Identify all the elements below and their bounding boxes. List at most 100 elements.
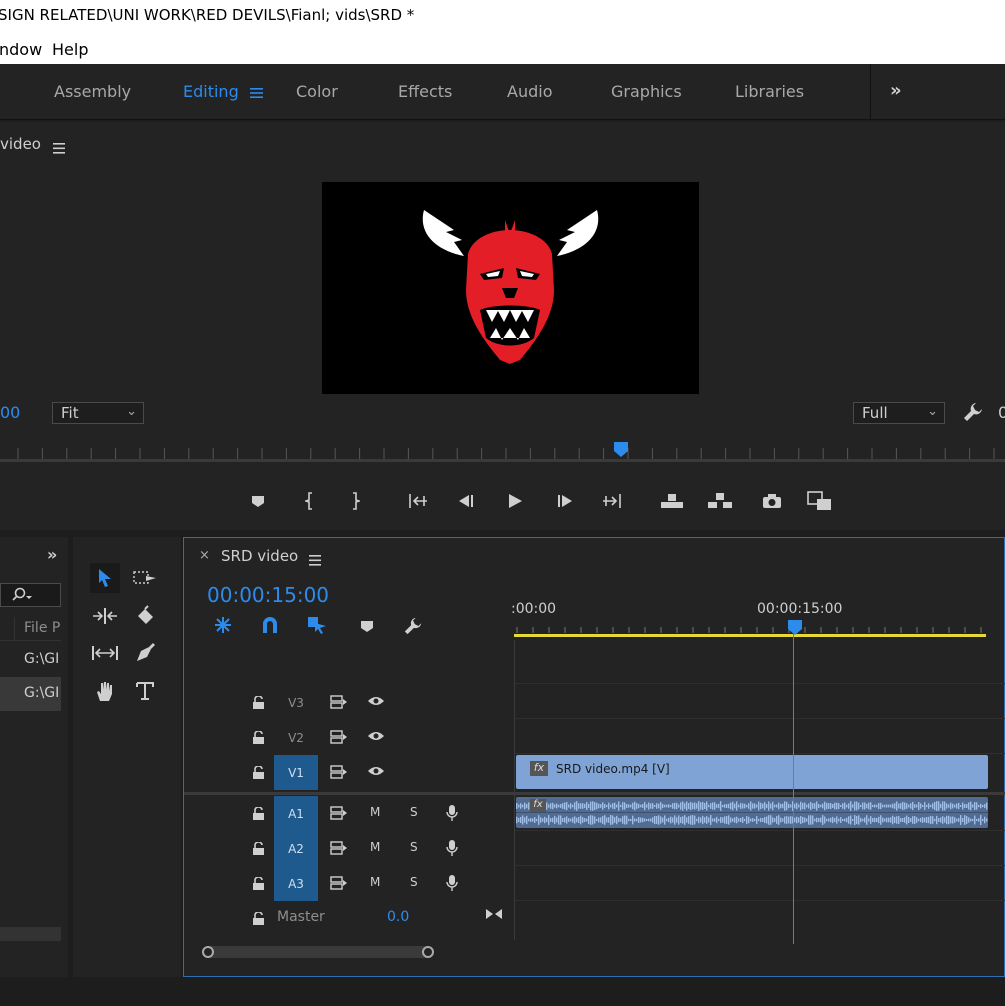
track-label-v3[interactable]: V3 xyxy=(274,685,318,720)
mute-button[interactable]: M xyxy=(370,840,380,854)
program-video-frame[interactable] xyxy=(322,182,699,394)
lock-icon[interactable] xyxy=(252,730,265,749)
workspace-tab-graphics[interactable]: Graphics xyxy=(611,82,682,101)
lane-divider xyxy=(515,683,1005,684)
extract-button[interactable] xyxy=(707,488,733,514)
lock-icon[interactable] xyxy=(252,695,265,714)
program-playhead[interactable] xyxy=(614,442,628,457)
track-label-a2[interactable]: A2 xyxy=(274,831,318,866)
ruler-label-15s: 00:00:15:00 xyxy=(757,601,843,617)
workspace-overflow-icon[interactable]: » xyxy=(890,80,902,101)
solo-button[interactable]: S xyxy=(410,875,418,889)
track-label-a1[interactable]: A1 xyxy=(274,796,318,831)
eye-icon[interactable] xyxy=(367,765,385,780)
nest-sequences-icon[interactable] xyxy=(212,615,234,639)
menu-help[interactable]: Help xyxy=(52,40,88,59)
project-scrollbar[interactable] xyxy=(0,927,61,941)
scroll-handle-right[interactable] xyxy=(422,946,434,958)
lock-icon[interactable] xyxy=(252,841,265,860)
solo-button[interactable]: S xyxy=(410,805,418,819)
sync-lock-icon[interactable] xyxy=(330,765,348,782)
close-icon[interactable]: × xyxy=(199,548,210,563)
audio-clip[interactable]: fx xyxy=(516,797,988,828)
playback-resolution-dropdown[interactable]: Full ⌄ xyxy=(853,402,945,424)
project-list-item[interactable]: G:\GI xyxy=(0,677,61,711)
timeline-ruler-ticks[interactable] xyxy=(514,622,1005,636)
microphone-icon[interactable] xyxy=(446,804,458,825)
scroll-handle-left[interactable] xyxy=(202,946,214,958)
pen-tool-icon[interactable] xyxy=(130,638,160,668)
menu-window[interactable]: ndow xyxy=(0,40,42,59)
sequence-menu-icon[interactable] xyxy=(309,551,321,570)
workspace-tab-editing[interactable]: Editing xyxy=(183,82,239,101)
lock-icon[interactable] xyxy=(252,806,265,825)
wrench-icon[interactable] xyxy=(962,401,984,427)
lane-divider xyxy=(515,753,1005,754)
sequence-tab-title[interactable]: SRD video xyxy=(221,547,298,565)
video-audio-divider[interactable] xyxy=(184,792,1005,795)
track-label-a3[interactable]: A3 xyxy=(274,866,318,901)
project-overflow-icon[interactable]: » xyxy=(47,545,57,564)
lift-button[interactable] xyxy=(659,488,685,514)
hand-tool-icon[interactable] xyxy=(90,676,120,706)
project-column-header[interactable]: File P xyxy=(0,617,61,641)
timeline-playhead-handle[interactable] xyxy=(786,619,804,637)
workspace-tab-libraries[interactable]: Libraries xyxy=(735,82,804,101)
sync-lock-icon[interactable] xyxy=(330,841,348,858)
program-panel-menu-icon[interactable] xyxy=(53,139,65,158)
sync-lock-icon[interactable] xyxy=(330,730,348,747)
workspace-tab-audio[interactable]: Audio xyxy=(507,82,552,101)
timeline-timecode[interactable]: 00:00:15:00 xyxy=(207,583,329,607)
lock-icon[interactable] xyxy=(252,911,265,930)
go-to-end-icon[interactable] xyxy=(485,906,503,925)
play-button[interactable] xyxy=(502,488,528,514)
project-list-item[interactable]: G:\GI xyxy=(0,643,61,677)
workspace-tab-color[interactable]: Color xyxy=(296,82,338,101)
eye-icon[interactable] xyxy=(367,695,385,710)
go-to-in-button[interactable] xyxy=(405,488,431,514)
workspace-tab-effects[interactable]: Effects xyxy=(398,82,452,101)
timeline-settings-wrench-icon[interactable] xyxy=(402,616,424,640)
lock-icon[interactable] xyxy=(252,876,265,895)
solo-button[interactable]: S xyxy=(410,840,418,854)
eye-icon[interactable] xyxy=(367,730,385,745)
fit-dropdown[interactable]: Fit ⌄ xyxy=(52,402,144,424)
project-search-input[interactable] xyxy=(0,583,61,607)
track-label-v1[interactable]: V1 xyxy=(274,755,318,790)
selection-tool-icon[interactable] xyxy=(90,563,120,593)
program-time-ruler[interactable] xyxy=(0,440,1005,462)
razor-tool-icon[interactable] xyxy=(130,601,160,631)
mute-button[interactable]: M xyxy=(370,805,380,819)
workspace-menu-icon[interactable] xyxy=(250,84,264,103)
type-tool-icon[interactable] xyxy=(130,676,160,706)
ripple-edit-tool-icon[interactable] xyxy=(90,601,120,631)
program-monitor-title[interactable]: video xyxy=(0,135,41,153)
mute-button[interactable]: M xyxy=(370,875,380,889)
export-frame-camera-icon[interactable] xyxy=(759,488,785,514)
mark-out-button[interactable] xyxy=(342,488,368,514)
slip-tool-icon[interactable] xyxy=(90,638,120,668)
microphone-icon[interactable] xyxy=(446,874,458,895)
comparison-view-button[interactable] xyxy=(807,488,833,514)
lock-icon[interactable] xyxy=(252,765,265,784)
master-volume-value[interactable]: 0.0 xyxy=(387,909,409,925)
video-clip[interactable]: fx SRD video.mp4 [V] xyxy=(516,755,988,789)
sync-lock-icon[interactable] xyxy=(330,876,348,893)
add-marker-button[interactable] xyxy=(245,488,271,514)
track-label-v2[interactable]: V2 xyxy=(274,720,318,755)
go-to-out-button[interactable] xyxy=(599,488,625,514)
workspace-tab-assembly[interactable]: Assembly xyxy=(54,82,131,101)
snap-magnet-icon[interactable] xyxy=(260,615,280,639)
microphone-icon[interactable] xyxy=(446,839,458,860)
linked-selection-icon[interactable] xyxy=(306,615,328,639)
mark-in-button[interactable] xyxy=(297,488,323,514)
timeline-zoom-scrollbar[interactable] xyxy=(202,946,434,958)
program-playhead-timecode[interactable]: 00 xyxy=(0,403,20,422)
sync-lock-icon[interactable] xyxy=(330,695,348,712)
track-select-tool-icon[interactable] xyxy=(130,563,160,593)
sync-lock-icon[interactable] xyxy=(330,806,348,823)
step-forward-button[interactable] xyxy=(552,488,578,514)
transport-controls xyxy=(0,480,1005,524)
step-back-button[interactable] xyxy=(453,488,479,514)
add-marker-icon[interactable] xyxy=(360,619,374,638)
